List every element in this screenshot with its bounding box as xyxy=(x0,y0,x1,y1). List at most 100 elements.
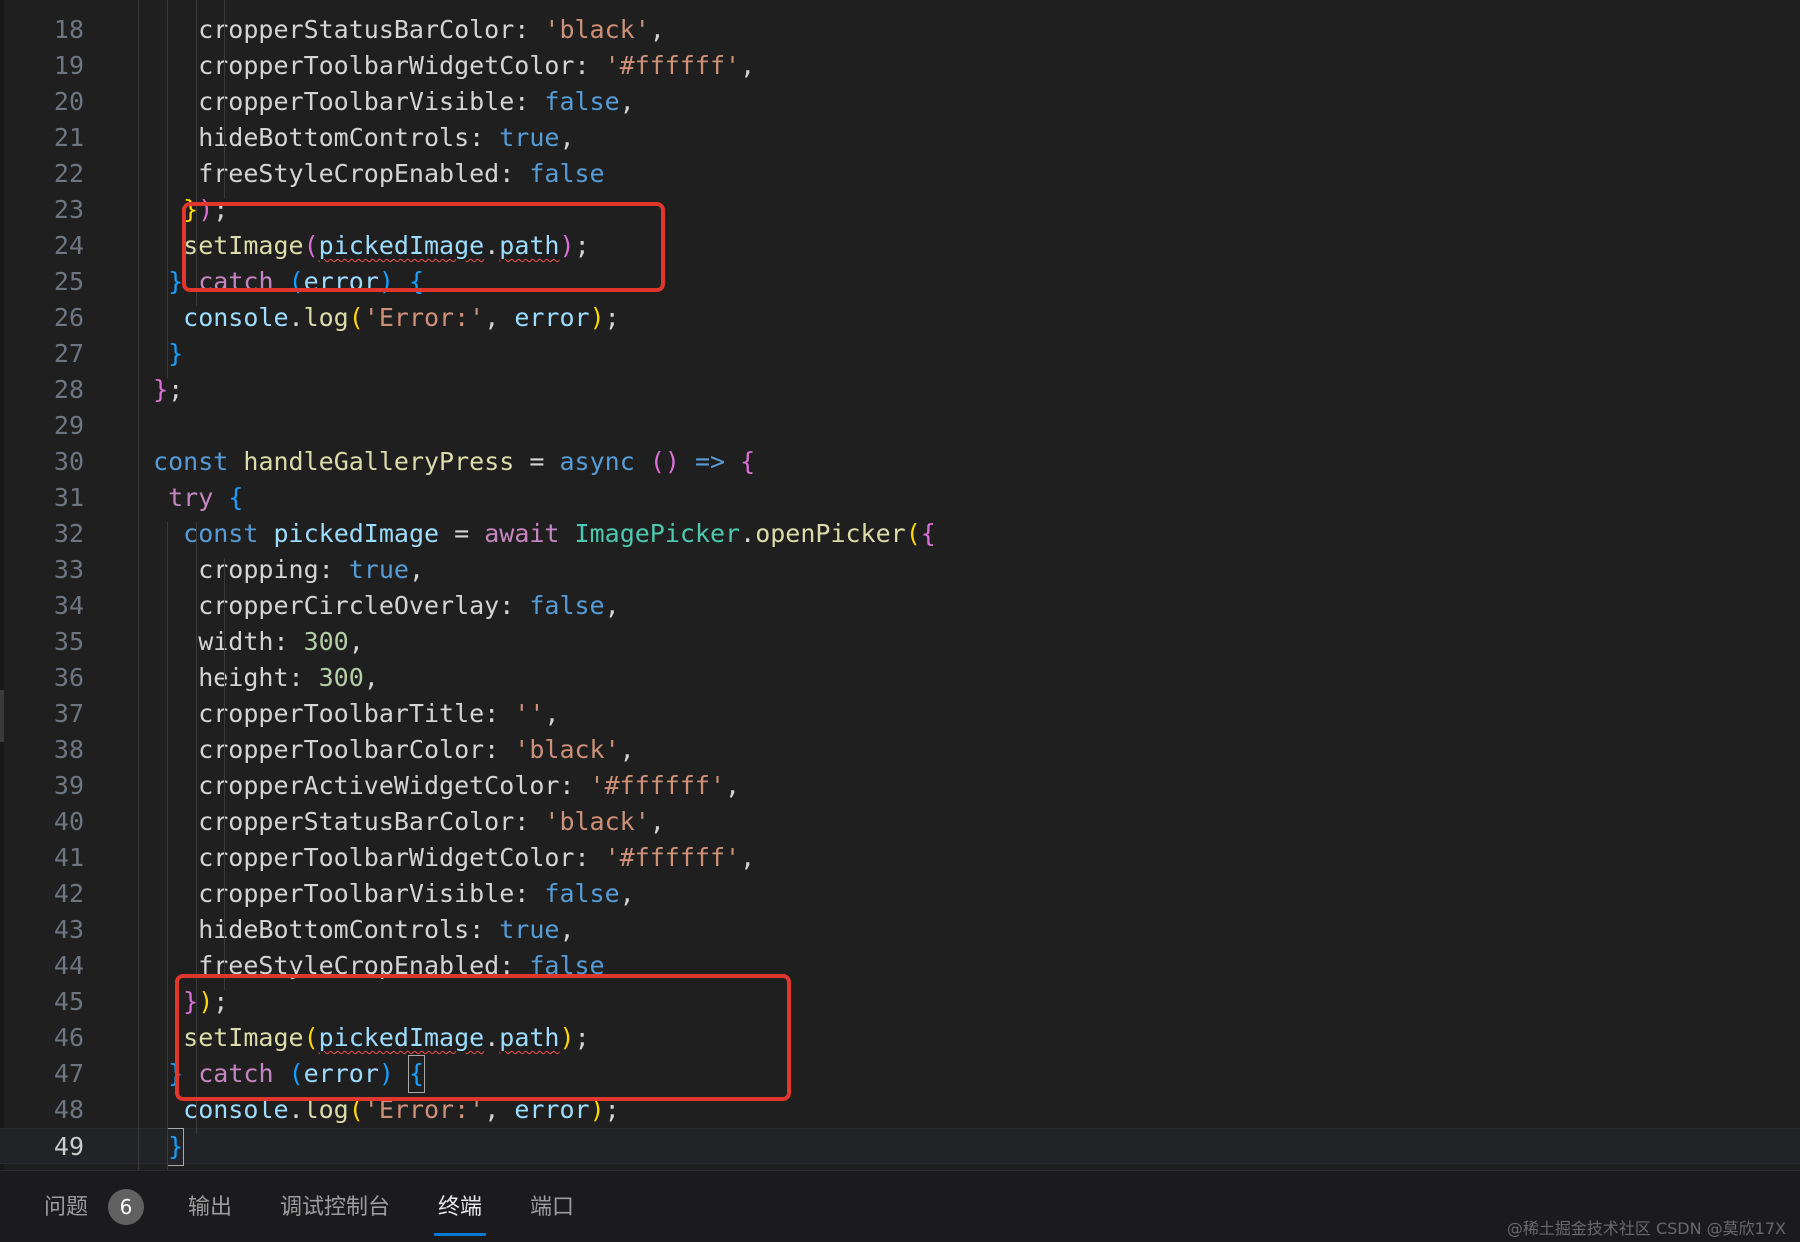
code-token: cropperToolbarTitle: xyxy=(138,699,515,728)
code-token: '#ffffff' xyxy=(604,843,741,872)
code-text: cropperStatusBarColor: 'black', xyxy=(138,804,665,840)
code-line[interactable]: 41 cropperToolbarWidgetColor: '#ffffff', xyxy=(0,840,1800,876)
tab-problems[interactable]: 问题 xyxy=(44,1193,88,1223)
line-number: 22 xyxy=(53,159,84,188)
code-token: handleGalleryPress xyxy=(243,447,515,476)
code-line[interactable]: 40 cropperStatusBarColor: 'black', xyxy=(0,804,1800,840)
code-token: => xyxy=(694,447,726,476)
code-token: { xyxy=(920,519,936,548)
code-line[interactable]: 34 cropperCircleOverlay: false, xyxy=(0,588,1800,624)
line-number: 27 xyxy=(53,339,84,368)
code-token: } xyxy=(168,339,184,368)
code-token: , xyxy=(740,51,756,80)
indent-guide xyxy=(138,0,139,1170)
code-line[interactable]: 27 } xyxy=(0,336,1800,372)
code-token: '' xyxy=(514,699,545,728)
code-token: , xyxy=(604,591,620,620)
tab-output-label: 输出 xyxy=(188,1195,233,1220)
code-token: true xyxy=(499,915,560,944)
tab-ports-label: 端口 xyxy=(530,1195,575,1220)
code-text: hideBottomControls: true, xyxy=(138,912,575,948)
line-number: 39 xyxy=(53,771,84,800)
code-token: , xyxy=(725,771,741,800)
code-token: , xyxy=(408,555,424,584)
tab-problems-label: 问题 xyxy=(44,1195,89,1220)
code-token: 'black' xyxy=(544,807,650,836)
code-line[interactable]: 35 width: 300, xyxy=(0,624,1800,660)
code-text: cropping: true, xyxy=(138,552,424,588)
code-token: , xyxy=(559,123,575,152)
line-number: 31 xyxy=(53,483,84,512)
code-line[interactable]: 20 cropperToolbarVisible: false, xyxy=(0,84,1800,120)
code-token: 'black' xyxy=(514,735,620,764)
line-number: 20 xyxy=(53,87,84,116)
code-text: try { xyxy=(138,480,243,516)
code-line[interactable]: 19 cropperToolbarWidgetColor: '#ffffff', xyxy=(0,48,1800,84)
line-number: 18 xyxy=(53,15,84,44)
code-token: ; xyxy=(604,303,620,332)
code-line[interactable]: 26 console.log('Error:', error); xyxy=(0,300,1800,336)
line-number: 33 xyxy=(53,555,84,584)
code-line[interactable]: 32 const pickedImage = await ImagePicker… xyxy=(0,516,1800,552)
code-line[interactable]: 37 cropperToolbarTitle: '', xyxy=(0,696,1800,732)
code-line[interactable]: 30 const handleGalleryPress = async () =… xyxy=(0,444,1800,480)
code-token: ) xyxy=(589,303,605,332)
line-number: 48 xyxy=(53,1095,84,1124)
line-number: 23 xyxy=(53,195,84,224)
code-line[interactable]: 31 try { xyxy=(0,480,1800,516)
code-text: hideBottomControls: true, xyxy=(138,120,575,156)
code-line[interactable]: 29 xyxy=(0,408,1800,444)
code-line[interactable]: 33 cropping: true, xyxy=(0,552,1800,588)
tab-debug-console[interactable]: 调试控制台 xyxy=(280,1193,390,1223)
code-text: cropperToolbarVisible: false, xyxy=(138,876,635,912)
tab-terminal[interactable]: 终端 xyxy=(438,1193,482,1223)
code-token: cropperToolbarVisible: xyxy=(138,879,545,908)
code-token: , xyxy=(619,735,635,764)
code-editor[interactable]: 18 cropperStatusBarColor: 'black', 19 cro… xyxy=(0,0,1800,1170)
line-number: 47 xyxy=(53,1059,84,1088)
code-line[interactable]: 49 } xyxy=(0,1128,1800,1166)
code-line[interactable]: 36 height: 300, xyxy=(0,660,1800,696)
code-token: true xyxy=(348,555,409,584)
code-text: height: 300, xyxy=(138,660,379,696)
code-line[interactable]: 42 cropperToolbarVisible: false, xyxy=(0,876,1800,912)
highlight-box-bottom xyxy=(175,974,791,1101)
line-number: 45 xyxy=(53,987,84,1016)
code-text: cropperToolbarColor: 'black', xyxy=(138,732,635,768)
code-line[interactable]: 18 cropperStatusBarColor: 'black', xyxy=(0,12,1800,48)
code-line[interactable]: 28 }; xyxy=(0,372,1800,408)
code-text: cropperToolbarVisible: false, xyxy=(138,84,635,120)
code-line[interactable]: 43 hideBottomControls: true, xyxy=(0,912,1800,948)
code-text: } xyxy=(138,336,183,372)
code-token: , xyxy=(559,915,575,944)
line-number: 35 xyxy=(53,627,84,656)
code-token: cropperActiveWidgetColor: xyxy=(138,771,590,800)
code-token: height: xyxy=(138,663,319,692)
code-text: cropperToolbarWidgetColor: '#ffffff', xyxy=(138,840,755,876)
code-token: '#ffffff' xyxy=(589,771,726,800)
code-text: cropperToolbarWidgetColor: '#ffffff', xyxy=(138,48,755,84)
code-line[interactable]: 21 hideBottomControls: true, xyxy=(0,120,1800,156)
tab-output[interactable]: 输出 xyxy=(188,1193,232,1223)
code-token: , xyxy=(649,807,665,836)
code-line[interactable]: 39 cropperActiveWidgetColor: '#ffffff', xyxy=(0,768,1800,804)
code-token: cropperToolbarWidgetColor: xyxy=(138,51,605,80)
code-token: } xyxy=(167,1128,185,1166)
bottom-panel: 问题 6 输出 调试控制台 终端 端口 @稀土掘金技术社区 CSDN @莫欣17… xyxy=(0,1170,1800,1242)
watermark: @稀土掘金技术社区 CSDN @莫欣17X xyxy=(1506,1219,1786,1238)
code-token: console xyxy=(183,303,289,332)
line-number: 44 xyxy=(53,951,84,980)
code-line[interactable]: 22 freeStyleCropEnabled: false xyxy=(0,156,1800,192)
code-token: cropperStatusBarColor: xyxy=(138,807,545,836)
tab-ports[interactable]: 端口 xyxy=(530,1193,574,1223)
code-line[interactable]: 38 cropperToolbarColor: 'black', xyxy=(0,732,1800,768)
